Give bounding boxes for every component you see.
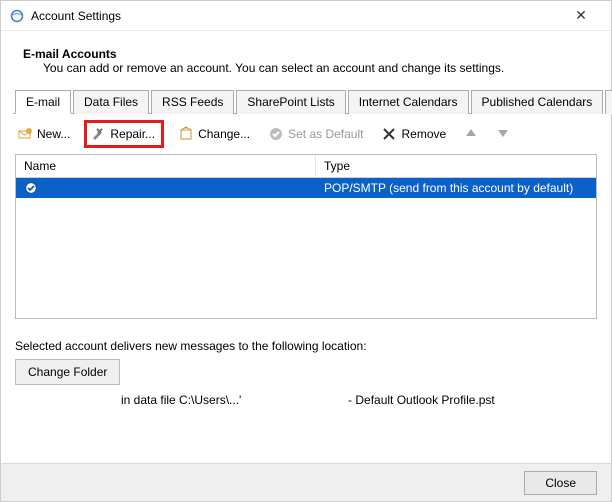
column-type[interactable]: Type: [316, 155, 596, 177]
location-path-left: in data file C:\Users\...': [121, 393, 241, 407]
arrow-up-icon: [464, 126, 478, 143]
repair-label: Repair...: [110, 127, 155, 141]
tab-internet-calendars[interactable]: Internet Calendars: [348, 90, 469, 114]
titlebar: Account Settings ✕: [1, 1, 611, 31]
remove-button[interactable]: Remove: [377, 124, 450, 144]
tab-data-files[interactable]: Data Files: [73, 90, 149, 114]
toolbar: New... Repair... Change... Set a: [1, 114, 611, 154]
window-title: Account Settings: [31, 9, 559, 23]
move-down-button[interactable]: [492, 124, 514, 145]
repair-icon: [90, 126, 106, 142]
new-button[interactable]: New...: [13, 124, 74, 144]
tabstrip: E-mail Data Files RSS Feeds SharePoint L…: [13, 89, 599, 114]
arrow-down-icon: [496, 126, 510, 143]
new-icon: [17, 126, 33, 142]
header-title: E-mail Accounts: [23, 47, 589, 61]
location-path-right: - Default Outlook Profile.pst: [348, 393, 495, 407]
tab-email[interactable]: E-mail: [15, 90, 71, 114]
header: E-mail Accounts You can add or remove an…: [1, 31, 611, 89]
dialog-footer: Close: [1, 463, 611, 501]
row-type: POP/SMTP (send from this account by defa…: [316, 178, 596, 198]
set-default-label: Set as Default: [288, 127, 363, 141]
tab-published-calendars[interactable]: Published Calendars: [471, 90, 604, 114]
repair-button-highlighted[interactable]: Repair...: [84, 120, 164, 148]
tab-address-books[interactable]: Address Books: [605, 90, 612, 114]
change-label: Change...: [198, 127, 250, 141]
set-default-button: Set as Default: [264, 124, 367, 144]
location-label: Selected account delivers new messages t…: [1, 319, 611, 359]
tab-sharepoint-lists[interactable]: SharePoint Lists: [236, 90, 345, 114]
window-close-button[interactable]: ✕: [559, 2, 603, 30]
change-folder-button[interactable]: Change Folder: [15, 359, 120, 385]
check-icon: [268, 126, 284, 142]
table-row[interactable]: POP/SMTP (send from this account by defa…: [16, 178, 596, 198]
remove-label: Remove: [401, 127, 446, 141]
tab-rss-feeds[interactable]: RSS Feeds: [151, 90, 234, 114]
new-label: New...: [37, 127, 70, 141]
column-name[interactable]: Name: [16, 155, 316, 177]
accounts-table[interactable]: Name Type POP/SMTP (send from this accou…: [15, 154, 597, 319]
remove-icon: [381, 126, 397, 142]
header-subtitle: You can add or remove an account. You ca…: [23, 61, 589, 75]
app-icon: [9, 8, 25, 24]
move-up-button[interactable]: [460, 124, 482, 145]
change-button[interactable]: Change...: [174, 124, 254, 144]
close-button[interactable]: Close: [524, 471, 597, 495]
table-header: Name Type: [16, 155, 596, 178]
location-details: in data file C:\Users\...' - Default Out…: [1, 385, 611, 407]
default-check-icon: [24, 181, 38, 195]
change-icon: [178, 126, 194, 142]
